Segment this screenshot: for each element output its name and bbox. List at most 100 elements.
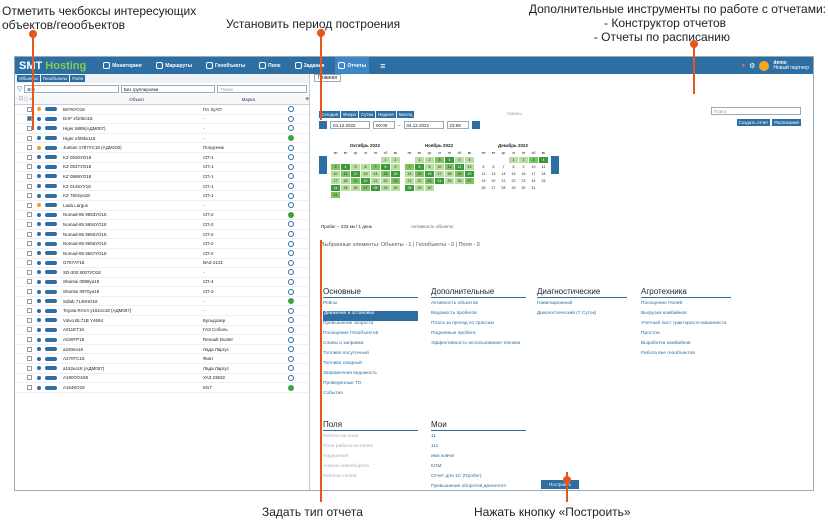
table-row[interactable]: Sdlab 7148НО18 -	[15, 297, 309, 307]
row-checkbox[interactable]	[27, 212, 32, 218]
table-row[interactable]: Juntian 1787УС18 (АДМ100) Погрузчик	[15, 143, 309, 153]
report-type-item[interactable]: Ведомость пробегов	[431, 311, 526, 321]
calendar-day[interactable]: 27	[361, 185, 370, 191]
calendar-day[interactable]: 21	[405, 178, 414, 184]
calendar-day[interactable]: 5	[479, 164, 488, 170]
report-type-item[interactable]: Топливо посуточный	[323, 351, 418, 361]
calendar-day[interactable]: 21	[499, 178, 508, 184]
calendar-day[interactable]: 24	[435, 178, 444, 184]
row-checkbox[interactable]	[27, 356, 32, 362]
calendar-day[interactable]: 14	[371, 171, 380, 177]
calendar-day[interactable]: 18	[539, 171, 548, 177]
reports-search-input[interactable]: Поиск	[711, 107, 801, 115]
table-row[interactable]: DAF xf105ci18 -	[15, 115, 309, 125]
menu-icon[interactable]: ≡	[377, 57, 388, 74]
calendar-day[interactable]: 8	[381, 164, 390, 170]
calendar-day[interactable]: 16	[519, 171, 528, 177]
report-type-item[interactable]: Работа вне геообъектов	[641, 351, 731, 361]
calendar-day[interactable]: 31	[529, 185, 538, 191]
table-row[interactable]: А164КО18 М17	[15, 383, 309, 393]
row-checkbox[interactable]	[27, 289, 32, 295]
table-row[interactable]: Nomad-85 9657УО18 СП-2	[15, 249, 309, 259]
calendar-day[interactable]: 6	[361, 164, 370, 170]
create-report-button[interactable]: Создать отчет	[736, 119, 771, 126]
gear-icon[interactable]: ⚙	[749, 62, 755, 70]
avatar[interactable]	[759, 60, 770, 71]
row-checkbox[interactable]	[27, 145, 32, 151]
calendar-day[interactable]: 7	[499, 164, 508, 170]
report-type-item[interactable]: 11	[431, 434, 526, 444]
report-type-item[interactable]: Простои	[641, 331, 731, 341]
time-from-input[interactable]: 00:00	[373, 121, 395, 129]
calendar-day[interactable]: 26	[479, 185, 488, 191]
calendar-day[interactable]: 14	[405, 171, 414, 177]
calendar-day[interactable]: 7	[405, 164, 414, 170]
period-week-button[interactable]: Неделя	[376, 111, 396, 118]
row-checkbox[interactable]	[27, 385, 32, 391]
report-type-item[interactable]: Превышение оборотов двигателя	[431, 484, 526, 490]
calendar-day[interactable]: 15	[509, 171, 518, 177]
report-type-item[interactable]: Учетный лист трактористе-машиниста	[641, 321, 731, 331]
nav-field[interactable]: Поле	[256, 57, 283, 74]
calendar-day[interactable]: 6	[465, 157, 474, 163]
header-icons[interactable]: ☐ ⬚ ▭	[15, 96, 82, 102]
calendar-day[interactable]: 2	[391, 157, 400, 163]
row-checkbox[interactable]	[27, 346, 32, 352]
report-type-item[interactable]: КОМ	[431, 464, 526, 474]
calendar-day[interactable]: 29	[415, 185, 424, 191]
schedule-button[interactable]: Расписание	[772, 119, 801, 126]
calendar-day[interactable]: 27	[489, 185, 498, 191]
calendar-day[interactable]: 17	[331, 178, 340, 184]
report-type-item[interactable]: Подневные пробеги	[431, 331, 526, 341]
row-checkbox[interactable]	[27, 183, 32, 189]
calendar-day[interactable]: 1	[381, 157, 390, 163]
calendar-day[interactable]: 4	[539, 157, 548, 163]
calendar-day[interactable]: 12	[351, 171, 360, 177]
report-type-item[interactable]: Активность объектов	[431, 301, 526, 311]
report-type-item[interactable]: Выгрузка комбайнов	[641, 311, 731, 321]
table-row[interactable]: Nomad-85 9653УО18 СП-2	[15, 211, 309, 221]
calendar-day[interactable]: 10	[529, 164, 538, 170]
table-row[interactable]: а152ко18 (АДМ007) Лада Ларгус	[15, 364, 309, 374]
calendar-day[interactable]: 15	[415, 171, 424, 177]
calendar-day[interactable]: 23	[425, 178, 434, 184]
row-checkbox[interactable]	[27, 365, 32, 371]
calendar-day[interactable]: 9	[519, 164, 528, 170]
table-row[interactable]: Volvo BL71B Y4694 Бульдозер	[15, 316, 309, 326]
nav-reports[interactable]: Отчеты	[335, 57, 370, 74]
calendar-day[interactable]: 27	[465, 178, 474, 184]
calendar-day[interactable]: 16	[425, 171, 434, 177]
tab-geoobjects[interactable]: Геообъекты	[40, 75, 70, 82]
period-month-button[interactable]: Месяц	[396, 111, 415, 118]
table-row[interactable]: SD-300 8007УО18 -	[15, 268, 309, 278]
table-row[interactable]: Shantui 0989уа18 СП-4	[15, 278, 309, 288]
report-type-item[interactable]: имя ковчег	[431, 454, 526, 464]
calendar-day[interactable]: 23	[519, 178, 528, 184]
calendar-day[interactable]: 10	[331, 171, 340, 177]
report-type-item[interactable]: События	[323, 391, 418, 401]
calendar-day[interactable]: 11	[445, 164, 454, 170]
tab-main[interactable]: Главная	[311, 74, 813, 83]
calendar-day[interactable]: 20	[361, 178, 370, 184]
calendar-day[interactable]: 4	[341, 164, 350, 170]
table-row[interactable]: Lada Largus -	[15, 201, 309, 211]
period-yesterday-button[interactable]: Вчера	[341, 111, 358, 118]
report-type-item[interactable]: Посещение Полей	[641, 301, 731, 311]
report-type-item[interactable]: Заправочная ведомость	[323, 371, 418, 381]
table-row[interactable]: А029ТР18 Renault Duster	[15, 335, 309, 345]
report-type-item[interactable]: Поле работы на полях	[323, 444, 418, 454]
calendar-day[interactable]: 26	[455, 178, 464, 184]
calendar-day[interactable]: 13	[489, 171, 498, 177]
row-checkbox[interactable]	[27, 298, 32, 304]
row-checkbox[interactable]	[27, 154, 32, 160]
calendar-day[interactable]: 8	[415, 164, 424, 170]
tab-objects[interactable]: Объекты	[17, 75, 40, 82]
calendar-day[interactable]: 11	[341, 171, 350, 177]
calendar-day[interactable]: 25	[341, 185, 350, 191]
calendar-day[interactable]: 14	[499, 171, 508, 177]
calendar-day[interactable]: 30	[391, 185, 400, 191]
report-type-item[interactable]: 111	[431, 444, 526, 454]
calendar-day[interactable]: 30	[425, 185, 434, 191]
table-row[interactable]: Nomad-85 9656УО18 СП-2	[15, 239, 309, 249]
calendar-day[interactable]: 9	[425, 164, 434, 170]
